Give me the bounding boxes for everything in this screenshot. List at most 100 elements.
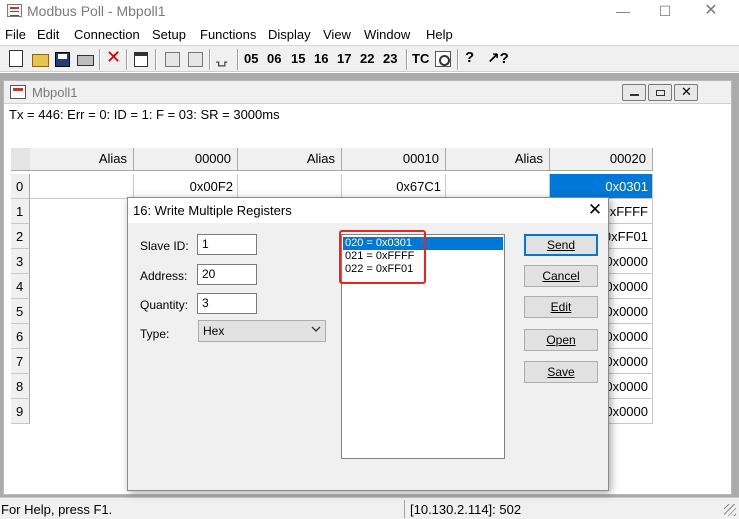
- save-icon[interactable]: [55, 52, 70, 67]
- fc-05-button[interactable]: 05: [244, 51, 258, 66]
- edit-button-label: Edit: [550, 300, 572, 314]
- row-number: 0: [11, 174, 30, 199]
- pulse-icon[interactable]: ⍽: [216, 49, 227, 68]
- save-button-label: Save: [547, 365, 575, 379]
- status-connection: [10.130.2.114]: 502: [404, 500, 739, 518]
- printer-setup-icon[interactable]: [188, 52, 203, 67]
- menu-edit[interactable]: Edit: [37, 27, 59, 42]
- toolbar-separator: [237, 49, 239, 70]
- open-button[interactable]: Open: [524, 329, 598, 351]
- poll-status-line: Tx = 446: Err = 0: ID = 1: F = 03: SR = …: [4, 105, 731, 125]
- address-label: Address:: [140, 269, 188, 283]
- table-cell[interactable]: [238, 174, 342, 199]
- app-icon: [7, 4, 22, 17]
- fc-15-button[interactable]: 15: [291, 51, 305, 66]
- status-bar: For Help, press F1. [10.130.2.114]: 502: [0, 497, 739, 519]
- toolbar-separator: [126, 49, 128, 70]
- row-number: 9: [11, 399, 30, 424]
- menu-connection[interactable]: Connection: [74, 27, 140, 42]
- header-00020: 00020: [550, 148, 653, 171]
- fc-06-button[interactable]: 06: [267, 51, 281, 66]
- row-number: 3: [11, 249, 30, 274]
- slave-id-input[interactable]: 1: [197, 234, 257, 255]
- toolbar-separator: [155, 49, 157, 70]
- toolbar-separator: [99, 49, 101, 70]
- header-alias-1: Alias: [30, 148, 134, 171]
- context-help-icon[interactable]: ↗?: [487, 49, 509, 68]
- status-help-text: For Help, press F1.: [1, 502, 113, 517]
- row-number: 4: [11, 274, 30, 299]
- header-00000: 00000: [134, 148, 238, 171]
- table-cell[interactable]: 0x67C1: [342, 174, 446, 199]
- row-number: 1: [11, 199, 30, 224]
- traffic-button[interactable]: TC: [412, 51, 429, 66]
- address-input[interactable]: 20: [197, 264, 257, 285]
- disconnect-icon[interactable]: ✕: [106, 47, 121, 67]
- row-number: 2: [11, 224, 30, 249]
- send-button-label: Send: [546, 238, 576, 252]
- resize-grip-icon[interactable]: [724, 504, 736, 516]
- table-cell[interactable]: [30, 174, 134, 199]
- row-number: 5: [11, 299, 30, 324]
- menu-display[interactable]: Display: [268, 27, 311, 42]
- menu-bar: File Edit Connection Setup Functions Dis…: [0, 24, 739, 45]
- document-icon: [10, 85, 26, 99]
- open-button-label: Open: [546, 333, 576, 347]
- header-alias-3: Alias: [446, 148, 550, 171]
- chevron-down-icon: [311, 326, 321, 332]
- help-icon[interactable]: ?: [465, 49, 474, 68]
- slave-id-label: Slave ID:: [140, 239, 189, 253]
- open-folder-icon[interactable]: [32, 54, 49, 67]
- toolbar: ✕ ⍽ 05 06 15 16 17 22 23 TC ? ↗?: [0, 45, 739, 72]
- quantity-label: Quantity:: [140, 298, 189, 312]
- row-number: 7: [11, 349, 30, 374]
- menu-functions[interactable]: Functions: [200, 27, 256, 42]
- table-cell[interactable]: 0x00F2: [134, 174, 238, 199]
- row-number: 8: [11, 374, 30, 399]
- menu-file[interactable]: File: [5, 27, 26, 42]
- new-window-icon[interactable]: [134, 52, 148, 67]
- child-minimize-button[interactable]: [622, 84, 646, 101]
- child-close-button[interactable]: ✕: [674, 84, 698, 101]
- save-button[interactable]: Save: [524, 361, 598, 383]
- child-title: Mbpoll1: [32, 85, 78, 100]
- title-bar: Modbus Poll - Mbpoll1 — ☐ ✕: [0, 0, 739, 24]
- cancel-button-label: Cancel: [542, 269, 580, 283]
- type-select[interactable]: Hex: [198, 320, 326, 342]
- menu-window[interactable]: Window: [364, 27, 410, 42]
- header-alias-2: Alias: [238, 148, 342, 171]
- table-cell-selected[interactable]: 0x0301: [550, 174, 653, 199]
- child-title-bar: Mbpoll1 ✕: [4, 81, 731, 104]
- toolbar-separator: [209, 49, 211, 70]
- fc-17-button[interactable]: 17: [337, 51, 351, 66]
- menu-help[interactable]: Help: [426, 27, 453, 42]
- type-selected-value: Hex: [203, 324, 225, 338]
- header-00010: 00010: [342, 148, 446, 171]
- new-document-icon[interactable]: [9, 50, 23, 67]
- print-icon[interactable]: [77, 55, 94, 66]
- fc-22-button[interactable]: 22: [360, 51, 374, 66]
- menu-setup[interactable]: Setup: [152, 27, 186, 42]
- edit-button[interactable]: Edit: [524, 296, 598, 318]
- table-cell[interactable]: [446, 174, 550, 199]
- dialog-title: 16: Write Multiple Registers: [133, 203, 292, 218]
- search-icon[interactable]: [435, 51, 451, 67]
- cancel-button[interactable]: Cancel: [524, 265, 598, 287]
- quantity-input[interactable]: 3: [197, 293, 257, 314]
- minimize-button[interactable]: —: [600, 0, 646, 24]
- toolbar-separator: [406, 49, 408, 70]
- send-button[interactable]: Send: [524, 234, 598, 256]
- close-button[interactable]: ✕: [688, 0, 734, 24]
- monitor-icon[interactable]: [165, 52, 180, 67]
- fc-16-button[interactable]: 16: [314, 51, 328, 66]
- fc-23-button[interactable]: 23: [383, 51, 397, 66]
- child-maximize-button[interactable]: [648, 84, 672, 101]
- row-number: 6: [11, 324, 30, 349]
- maximize-button[interactable]: ☐: [642, 0, 688, 24]
- menu-view[interactable]: View: [323, 27, 351, 42]
- toolbar-separator: [457, 49, 459, 70]
- write-registers-dialog: 16: Write Multiple Registers ✕ Slave ID:…: [127, 197, 609, 491]
- annotation-highlight-box: [339, 230, 426, 284]
- type-label: Type:: [140, 327, 170, 341]
- dialog-close-icon[interactable]: ✕: [582, 198, 608, 223]
